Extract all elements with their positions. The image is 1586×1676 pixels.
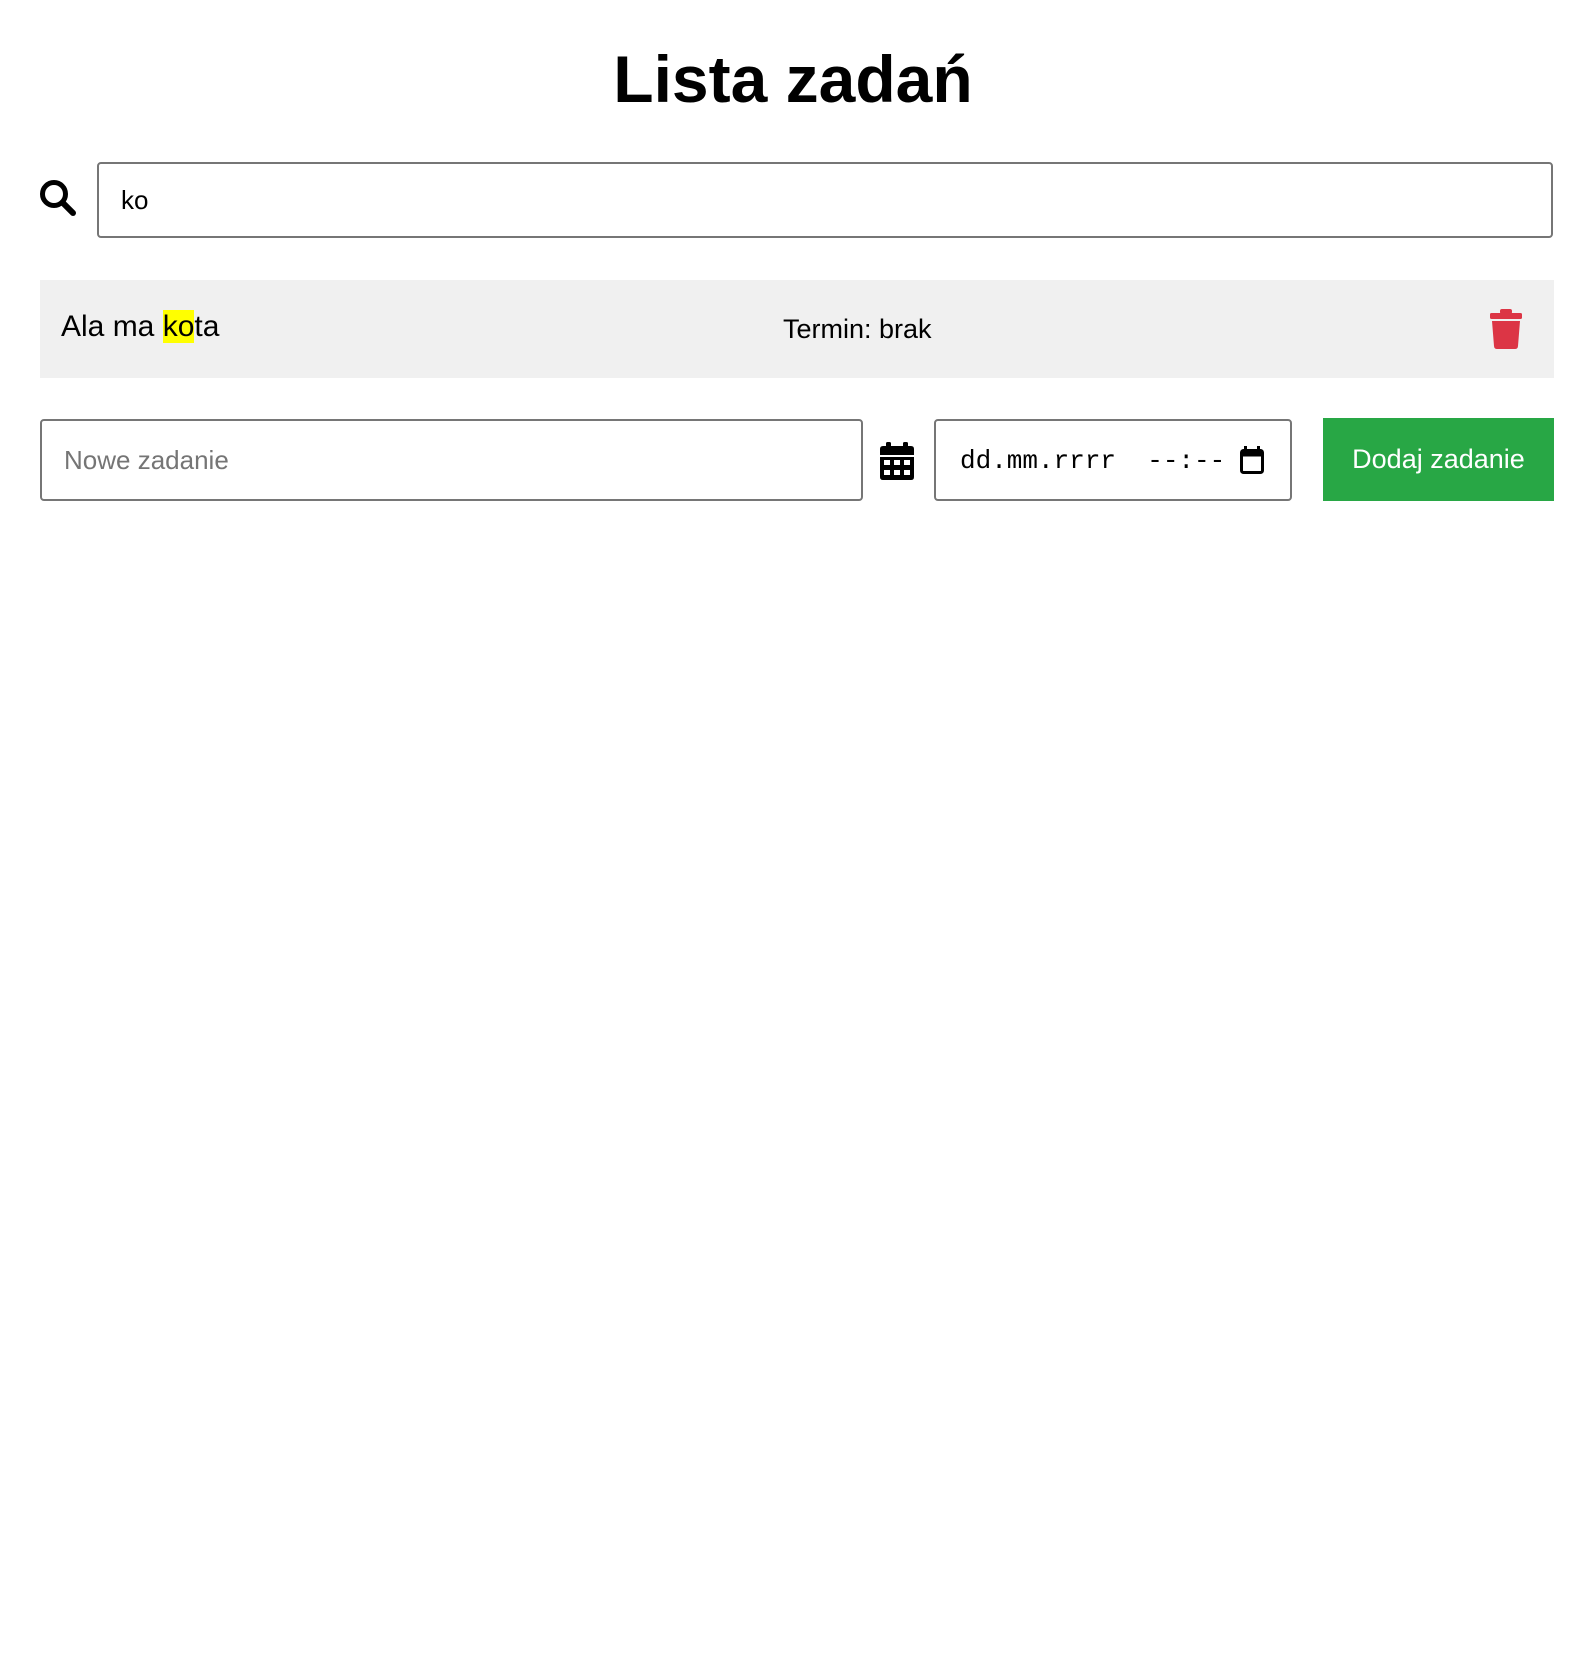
delete-task-button[interactable] <box>1488 309 1524 349</box>
task-text-before: Ala ma <box>61 310 163 343</box>
new-task-input[interactable] <box>40 419 863 501</box>
search-icon <box>40 180 76 216</box>
calendar-icon <box>880 442 914 480</box>
calendar-picker-icon[interactable] <box>1240 446 1264 474</box>
task-deadline: Termin: brak <box>783 314 932 344</box>
datetime-placeholder: dd.mm.rrrr --:-- <box>960 446 1226 476</box>
page-title: Lista zadań <box>613 42 973 116</box>
search-highlight: ko <box>162 310 195 343</box>
task-item: Ala ma kota Termin: brak <box>40 280 1554 378</box>
trash-icon <box>1490 309 1522 349</box>
task-list: Ala ma kota Termin: brak <box>40 280 1554 378</box>
task-text: Ala ma kota <box>61 308 219 346</box>
task-text-after: ta <box>194 310 220 343</box>
add-task-button[interactable]: Dodaj zadanie <box>1323 418 1554 501</box>
search-input[interactable] <box>97 162 1553 238</box>
deadline-datetime-input[interactable]: dd.mm.rrrr --:-- <box>934 419 1292 501</box>
